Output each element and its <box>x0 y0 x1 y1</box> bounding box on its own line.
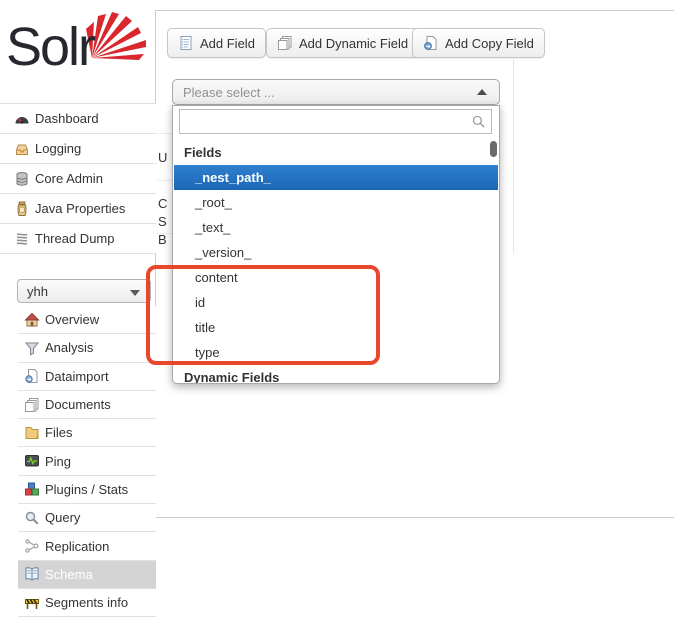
core-menu-label: Plugins / Stats <box>45 482 128 497</box>
plugins-blocks-icon <box>24 481 40 497</box>
field-select-open-panel: Fields _nest_path_ _root_ _text_ _versio… <box>172 105 500 384</box>
chevron-down-icon <box>130 290 140 296</box>
field-group-header-dynamic-fields: Dynamic Fields <box>174 365 498 384</box>
core-selector-value: yhh <box>27 284 48 299</box>
clipped-label: S <box>158 214 172 229</box>
core-menu-label: Documents <box>45 397 111 412</box>
dropdown-option-type[interactable]: type <box>174 340 498 365</box>
core-menu-label: Analysis <box>45 340 93 355</box>
field-option-list: Fields _nest_path_ _root_ _text_ _versio… <box>174 140 498 383</box>
field-select-box[interactable]: Please select ... <box>172 79 500 105</box>
sidebar-item-logging[interactable]: Logging <box>0 134 156 164</box>
core-menu-label: Overview <box>45 312 99 327</box>
sidebar-item-label: Java Properties <box>35 201 125 216</box>
dropdown-option-nest-path[interactable]: _nest_path_ <box>174 165 498 190</box>
field-document-icon <box>178 35 194 51</box>
core-menu-item-query[interactable]: Query <box>18 504 156 532</box>
dropdown-option-text[interactable]: _text_ <box>174 215 498 240</box>
content-row-line <box>157 180 172 181</box>
segments-barrier-icon <box>24 595 40 611</box>
dropdown-option-title[interactable]: title <box>174 315 498 340</box>
funnel-icon <box>24 340 40 356</box>
copy-document-icon <box>423 35 439 51</box>
core-menu-item-schema[interactable]: Schema <box>18 561 156 589</box>
core-menu-item-overview[interactable]: Overview <box>18 306 156 334</box>
core-menu-label: Dataimport <box>45 369 109 384</box>
clipped-label: B <box>158 232 172 247</box>
sidebar-item-core-admin[interactable]: Core Admin <box>0 164 156 194</box>
core-menu-item-documents[interactable]: Documents <box>18 391 156 419</box>
core-menu-label: Replication <box>45 539 109 554</box>
sidebar-item-label: Core Admin <box>35 171 103 186</box>
core-menu-label: Query <box>45 510 80 525</box>
clipped-label: C <box>158 196 172 211</box>
java-properties-jar-icon <box>14 201 30 217</box>
dropdown-option-version[interactable]: _version_ <box>174 240 498 265</box>
add-field-label: Add Field <box>200 36 255 51</box>
core-menu-item-replication[interactable]: Replication <box>18 532 156 560</box>
sidebar-main-menu: Dashboard Logging Core Admin Java Proper… <box>0 103 156 254</box>
core-menu-item-segments-info[interactable]: Segments info <box>18 589 156 617</box>
magnifier-icon <box>24 510 40 526</box>
search-icon <box>471 114 486 129</box>
add-copy-field-button[interactable]: Add Copy Field <box>412 28 545 58</box>
sidebar-item-dashboard[interactable]: Dashboard <box>0 104 156 134</box>
sidebar-item-thread-dump[interactable]: Thread Dump <box>0 224 156 254</box>
sidebar-item-label: Dashboard <box>35 111 99 126</box>
content-row-line <box>157 133 172 134</box>
home-icon <box>24 312 40 328</box>
ping-monitor-icon <box>24 453 40 469</box>
dropdown-option-content[interactable]: content <box>174 265 498 290</box>
field-search-input[interactable] <box>179 109 492 134</box>
dataimport-icon <box>24 368 40 384</box>
schema-book-icon <box>24 566 40 582</box>
core-menu-label: Ping <box>45 454 71 469</box>
dropdown-option-id[interactable]: id <box>174 290 498 315</box>
dropdown-option-root[interactable]: _root_ <box>174 190 498 215</box>
sidebar-item-label: Logging <box>35 141 81 156</box>
core-menu-label: Segments info <box>45 595 128 610</box>
clipped-label: U <box>158 150 172 165</box>
sidebar-item-java-properties[interactable]: Java Properties <box>0 194 156 224</box>
add-copy-field-label: Add Copy Field <box>445 36 534 51</box>
field-select-placeholder: Please select ... <box>183 85 275 100</box>
sidebar-core-menu: Overview Analysis Dataimport Documents F… <box>18 306 156 617</box>
sidebar-item-label: Thread Dump <box>35 231 114 246</box>
solr-logo-text: Solr <box>6 16 94 78</box>
scrollbar-thumb[interactable] <box>490 141 497 157</box>
core-menu-label: Files <box>45 425 72 440</box>
core-menu-item-plugins-stats[interactable]: Plugins / Stats <box>18 476 156 504</box>
core-menu-item-dataimport[interactable]: Dataimport <box>18 363 156 391</box>
core-menu-item-ping[interactable]: Ping <box>18 447 156 475</box>
folder-icon <box>24 425 40 441</box>
logging-tray-icon <box>14 141 30 157</box>
core-menu-label: Schema <box>45 567 93 582</box>
field-group-header-fields: Fields <box>174 140 498 165</box>
core-selector-dropdown[interactable]: yhh <box>17 279 151 303</box>
documents-icon <box>24 397 40 413</box>
add-dynamic-field-button[interactable]: Add Dynamic Field <box>266 28 419 58</box>
stacked-documents-icon <box>277 35 293 51</box>
chevron-up-icon <box>477 89 487 95</box>
dashboard-gauge-icon <box>14 111 30 127</box>
core-admin-database-icon <box>14 171 30 187</box>
core-menu-item-files[interactable]: Files <box>18 419 156 447</box>
solr-sunburst-icon <box>86 12 148 64</box>
replication-topology-icon <box>24 538 40 554</box>
thread-dump-list-icon <box>14 231 30 247</box>
add-dynamic-field-label: Add Dynamic Field <box>299 36 408 51</box>
content-column-divider <box>513 60 514 253</box>
core-menu-item-analysis[interactable]: Analysis <box>18 334 156 362</box>
add-field-button[interactable]: Add Field <box>167 28 266 58</box>
